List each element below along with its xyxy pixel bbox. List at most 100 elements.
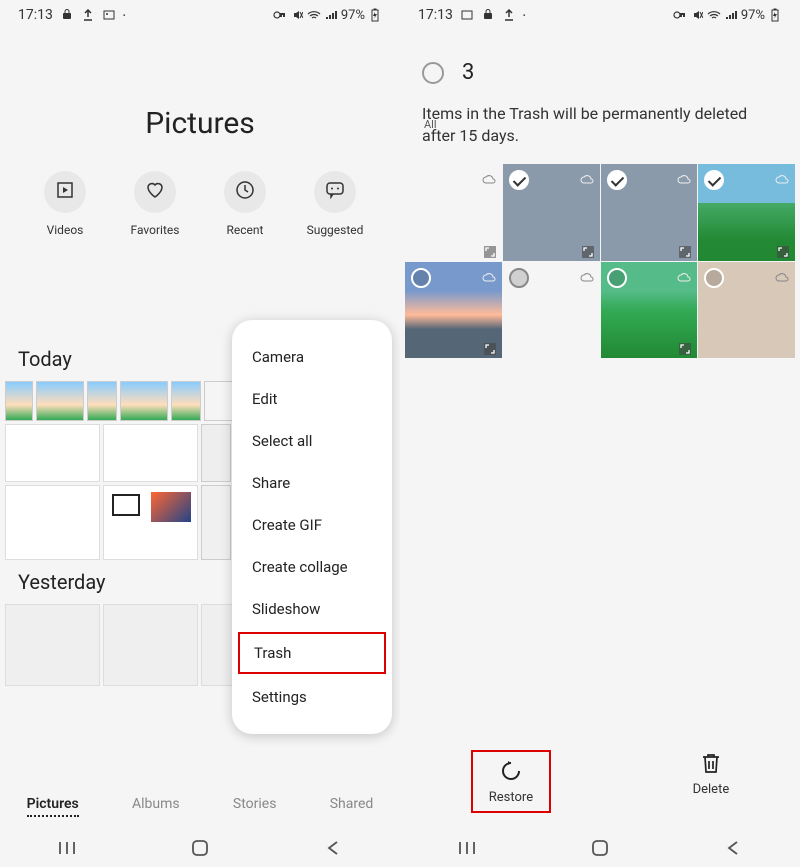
- signal-icon: [324, 8, 338, 22]
- delete-button[interactable]: Delete: [693, 750, 730, 813]
- thumb[interactable]: [204, 381, 234, 421]
- nav-recents[interactable]: [56, 837, 78, 859]
- menu-select-all[interactable]: Select all: [232, 420, 392, 462]
- thumb[interactable]: [5, 485, 100, 560]
- nav-home[interactable]: [189, 837, 211, 859]
- thumb[interactable]: [120, 381, 168, 421]
- thumb[interactable]: [201, 485, 231, 560]
- selection-header: 3: [400, 30, 800, 93]
- nav-bar: [400, 829, 800, 867]
- cloud-icon: [580, 170, 594, 180]
- action-label: Delete: [693, 782, 730, 797]
- expand-icon: [679, 340, 691, 352]
- heart-icon: [145, 181, 165, 203]
- trash-item[interactable]: [405, 262, 502, 359]
- trash-grid: [400, 158, 800, 365]
- thumb[interactable]: [87, 381, 117, 421]
- trash-item[interactable]: [503, 262, 600, 359]
- bag-icon: [60, 8, 74, 22]
- trash-message: Items in the Trash will be permanently d…: [400, 93, 800, 158]
- tab-pictures[interactable]: Pictures: [27, 796, 79, 817]
- bottom-tabs: Pictures Albums Stories Shared: [0, 786, 400, 827]
- dot-icon: •: [523, 11, 526, 20]
- thumb[interactable]: [5, 604, 100, 686]
- trash-item[interactable]: [503, 164, 600, 261]
- menu-trash[interactable]: Trash: [238, 632, 386, 674]
- overflow-menu: Camera Edit Select all Share Create GIF …: [232, 320, 392, 734]
- cloud-icon: [775, 268, 789, 278]
- select-all-label: All: [424, 118, 437, 131]
- expand-icon: [582, 243, 594, 255]
- restore-button[interactable]: Restore: [471, 750, 551, 813]
- thumb[interactable]: [103, 424, 198, 482]
- tab-shared[interactable]: Shared: [330, 796, 374, 817]
- battery-text: 97%: [741, 8, 765, 23]
- bottom-actions: Restore Delete: [400, 736, 800, 827]
- expand-icon: [777, 243, 789, 255]
- nav-home[interactable]: [589, 837, 611, 859]
- action-label: Suggested: [307, 223, 364, 237]
- cloud-icon: [482, 170, 496, 180]
- status-bar: 17:13 • 97%: [0, 0, 400, 30]
- status-bar: 17:13 • 97%: [400, 0, 800, 30]
- expand-icon: [484, 243, 496, 255]
- battery-icon: [368, 8, 382, 22]
- check-icon: [607, 268, 627, 288]
- page-title: Pictures: [0, 106, 400, 141]
- thumb[interactable]: [201, 424, 231, 482]
- menu-slideshow[interactable]: Slideshow: [232, 588, 392, 630]
- menu-create-collage[interactable]: Create collage: [232, 546, 392, 588]
- upload-icon: [502, 8, 516, 22]
- selection-count: 3: [462, 60, 474, 85]
- action-videos[interactable]: Videos: [30, 171, 100, 237]
- action-suggested[interactable]: Suggested: [300, 171, 370, 237]
- trash-item[interactable]: [601, 164, 698, 261]
- menu-edit[interactable]: Edit: [232, 378, 392, 420]
- trash-item[interactable]: [698, 164, 795, 261]
- nav-back[interactable]: [722, 837, 744, 859]
- menu-share[interactable]: Share: [232, 462, 392, 504]
- mute-icon: [690, 8, 704, 22]
- expand-icon: [484, 340, 496, 352]
- signal-icon: [724, 8, 738, 22]
- thumb[interactable]: [103, 604, 198, 686]
- menu-create-gif[interactable]: Create GIF: [232, 504, 392, 546]
- tab-stories[interactable]: Stories: [233, 796, 277, 817]
- nav-recents[interactable]: [456, 837, 478, 859]
- restore-icon: [498, 758, 524, 784]
- cloud-icon: [580, 268, 594, 278]
- check-icon: [509, 170, 529, 190]
- battery-icon: [768, 8, 782, 22]
- action-recent[interactable]: Recent: [210, 171, 280, 237]
- wifi-icon: [707, 8, 721, 22]
- action-row: Videos Favorites Recent Suggested: [0, 171, 400, 237]
- thumb[interactable]: [5, 381, 33, 421]
- vpn-icon: [273, 8, 287, 22]
- tab-albums[interactable]: Albums: [132, 796, 180, 817]
- check-icon: [704, 170, 724, 190]
- thumb[interactable]: [103, 485, 198, 560]
- select-all-circle[interactable]: [422, 62, 444, 84]
- chat-icon: [325, 181, 345, 203]
- image-icon: [102, 8, 116, 22]
- thumb[interactable]: [5, 424, 100, 482]
- status-time: 17:13: [418, 7, 453, 23]
- menu-settings[interactable]: Settings: [232, 676, 392, 718]
- menu-camera[interactable]: Camera: [232, 336, 392, 378]
- status-time: 17:13: [18, 7, 53, 23]
- cloud-icon: [677, 268, 691, 278]
- wifi-icon: [307, 8, 321, 22]
- trash-item[interactable]: [405, 164, 502, 261]
- thumb[interactable]: [36, 381, 84, 421]
- nav-back[interactable]: [322, 837, 344, 859]
- phone-left: 17:13 • 97% Pictures Videos Favorites: [0, 0, 400, 867]
- trash-item[interactable]: [601, 262, 698, 359]
- vpn-icon: [673, 8, 687, 22]
- action-favorites[interactable]: Favorites: [120, 171, 190, 237]
- action-label: Restore: [489, 790, 533, 805]
- action-label: Videos: [47, 223, 84, 237]
- check-icon: [509, 268, 529, 288]
- trash-item[interactable]: [698, 262, 795, 359]
- action-label: Favorites: [131, 223, 180, 237]
- thumb[interactable]: [171, 381, 201, 421]
